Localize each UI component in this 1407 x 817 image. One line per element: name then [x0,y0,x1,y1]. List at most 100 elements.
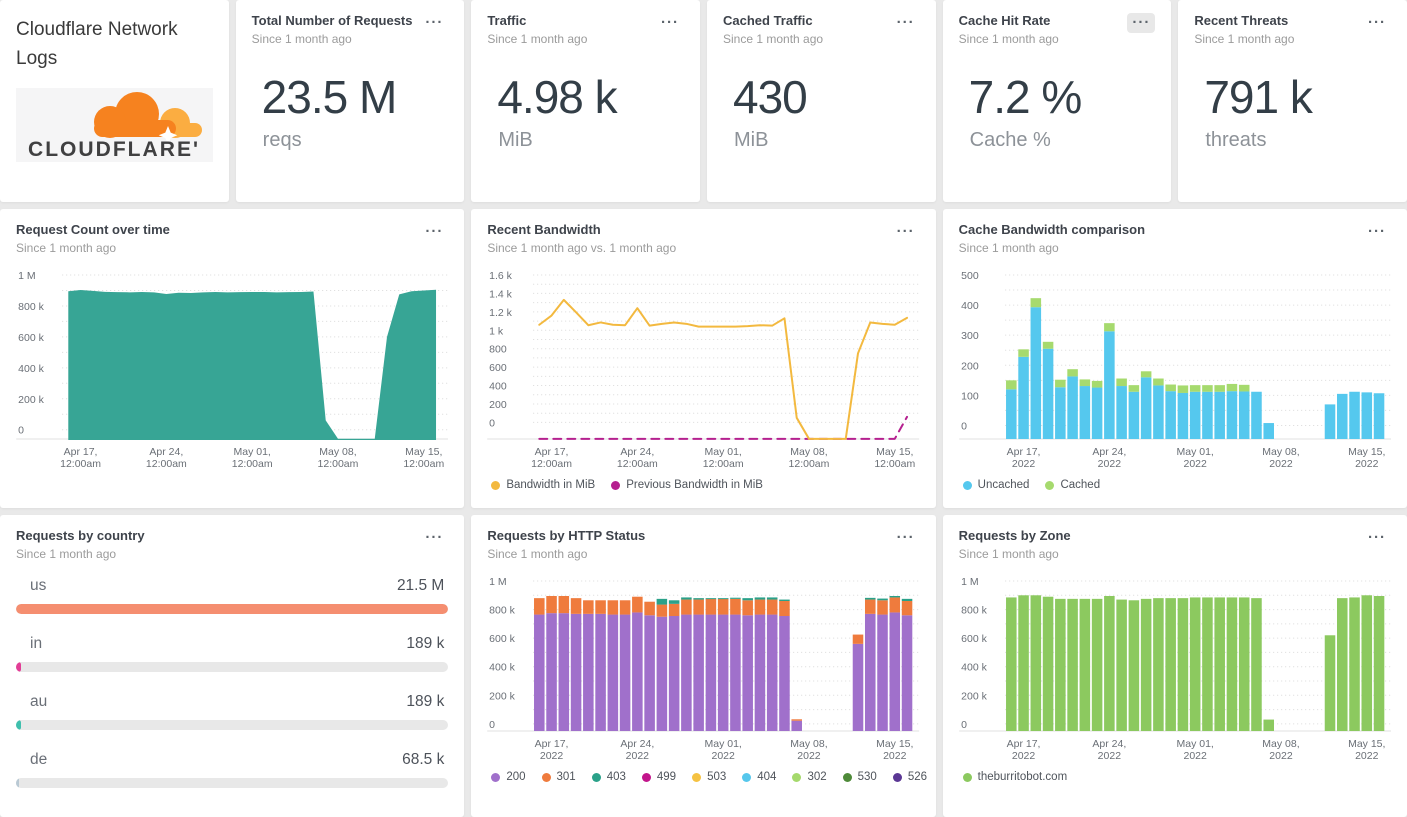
panel-menu-button[interactable]: ··· [420,222,448,242]
recent-bandwidth-chart[interactable]: 0 200 400 600 800 1 k 1.2 k 1.4 k 1.6 k Apr 17, 12… [487,265,920,477]
legend-item[interactable]: 404 [742,771,776,783]
legend-item[interactable]: Cached [1045,479,1100,491]
svg-text:600 k: 600 k [961,633,987,645]
svg-text:12:00am: 12:00am [789,458,830,470]
svg-text:1 M: 1 M [489,576,507,588]
svg-text:1 k: 1 k [489,326,504,338]
request-count-panel: Request Count over time Since 1 month ag… [0,209,465,508]
svg-text:500: 500 [961,270,979,282]
panel-menu-button[interactable]: ··· [420,13,448,33]
legend-dot-icon [792,772,802,782]
svg-text:12:00am: 12:00am [146,458,187,470]
legend-item[interactable]: 200 [491,771,526,783]
panel-title: Recent Bandwidth [487,222,601,237]
svg-text:1.6 k: 1.6 k [489,270,513,282]
svg-text:100: 100 [961,391,979,403]
country-label: de [30,751,48,769]
svg-text:600: 600 [489,362,507,374]
stat-panel-cache-hit-rate: Cache Hit Rate Since 1 month ago ··· 7.2… [942,0,1172,202]
svg-text:2022: 2022 [1097,750,1121,762]
http-status-panel: Requests by HTTP Status Since 1 month ag… [471,515,936,817]
country-row: de 68.5 k [16,751,449,789]
svg-text:May 15,: May 15, [405,446,442,458]
country-row: us 21.5 M [16,577,449,615]
dashboard-title: Cloudflare Network Logs [16,19,178,70]
requests-by-zone-panel: Requests by Zone Since 1 month ago ··· 0… [942,515,1407,817]
svg-text:800 k: 800 k [489,605,515,617]
stat-panel-total-requests: Total Number of Requests Since 1 month a… [235,0,465,202]
legend-label: 404 [757,771,777,784]
svg-text:12:00am: 12:00am [703,458,744,470]
svg-text:May 15,: May 15, [876,738,913,750]
svg-text:0: 0 [961,719,967,731]
svg-text:12:00am: 12:00am [875,458,916,470]
svg-text:2022: 2022 [1097,458,1121,470]
legend-item[interactable]: 302 [792,771,827,784]
stat-unit: threats [1205,128,1267,151]
panel-menu-button[interactable]: ··· [892,528,920,548]
legend-label: 302 [807,771,827,784]
svg-text:May 01,: May 01, [1176,738,1213,750]
legend-label: 503 [707,771,727,784]
stat-value: 23.5 M [261,71,398,124]
svg-text:1.4 k: 1.4 k [489,289,513,301]
panel-subtitle: Since 1 month ago [16,241,117,256]
panel-menu-button[interactable]: ··· [892,13,920,33]
svg-text:0: 0 [489,418,495,430]
svg-text:2022: 2022 [1355,458,1379,470]
panel-subtitle: Since 1 month ago [487,32,588,47]
legend-item[interactable]: theburritobot.com [962,771,1067,783]
panel-title: Requests by country [16,528,145,543]
legend-item[interactable]: 530 [842,771,877,784]
country-bar-track [16,778,449,789]
legend-dot-icon [892,772,902,782]
country-bar-track [16,720,449,731]
svg-text:200: 200 [489,399,507,411]
panel-menu-button[interactable]: ··· [1363,528,1391,548]
svg-text:May 01,: May 01, [705,446,742,458]
svg-text:Apr 24,: Apr 24, [1092,738,1126,750]
legend-item[interactable]: 403 [591,771,626,783]
svg-text:400: 400 [489,381,507,393]
panel-subtitle: Since 1 month ago [487,547,588,562]
svg-text:0: 0 [489,719,495,731]
legend-label: 526 [907,771,928,784]
country-label: us [30,577,47,595]
chart-legend: Uncached Cached [962,479,1391,491]
requests-by-zone-chart[interactable]: 0 200 k 400 k 600 k 800 k1 M Apr 17, 2022 Apr 2… [958,571,1391,769]
panel-menu-button[interactable]: ··· [892,222,920,242]
svg-text:12:00am: 12:00am [60,458,101,470]
panel-menu-button[interactable]: ··· [656,13,684,33]
legend-item[interactable]: 526 [892,771,928,784]
legend-item[interactable]: Bandwidth in MiB [491,479,595,491]
svg-text:Apr 17,: Apr 17, [535,738,569,750]
cache-bandwidth-chart[interactable]: 0 100 200 300 400 500 Apr 17, 2022 Apr 24, 2022 Ma… [958,265,1391,477]
legend-item[interactable]: Uncached [962,479,1029,491]
svg-text:2022: 2022 [712,750,736,762]
svg-text:200: 200 [961,361,979,373]
legend-label: 530 [857,771,877,784]
http-status-chart[interactable]: 0 200 k 400 k 600 k 800 k1 M Apr 17, 2022 Apr 2… [487,571,920,769]
legend-item[interactable]: 301 [541,771,576,783]
legend-dot-icon [1045,480,1055,490]
legend-item[interactable]: 499 [641,771,676,783]
svg-text:400: 400 [961,300,979,312]
request-count-chart[interactable]: 0 200 k 400 k 600 k 800 k1 M Apr 17, 12:00am Ap… [16,265,449,477]
svg-text:300: 300 [961,330,979,342]
svg-text:2022: 2022 [798,750,822,762]
svg-text:May 15,: May 15, [1348,446,1385,458]
panel-menu-button[interactable]: ··· [1127,13,1156,33]
panel-menu-button[interactable]: ··· [1363,222,1391,242]
country-row: in 189 k [16,635,449,673]
svg-text:1 M: 1 M [961,576,979,588]
panel-menu-button[interactable]: ··· [1363,13,1391,33]
svg-text:Apr 24,: Apr 24, [1092,446,1126,458]
svg-text:2022: 2022 [1183,750,1207,762]
stat-panel-cached-traffic: Cached Traffic Since 1 month ago ··· 430… [707,0,936,202]
legend-dot-icon [962,480,972,490]
svg-text:600 k: 600 k [489,633,515,645]
legend-item[interactable]: Previous Bandwidth in MiB [611,479,763,491]
panel-menu-button[interactable]: ··· [420,528,448,548]
requests-by-country-list: us 21.5 M in 189 k au 189 k de 68.5 k [16,577,449,789]
legend-item[interactable]: 503 [692,771,726,783]
